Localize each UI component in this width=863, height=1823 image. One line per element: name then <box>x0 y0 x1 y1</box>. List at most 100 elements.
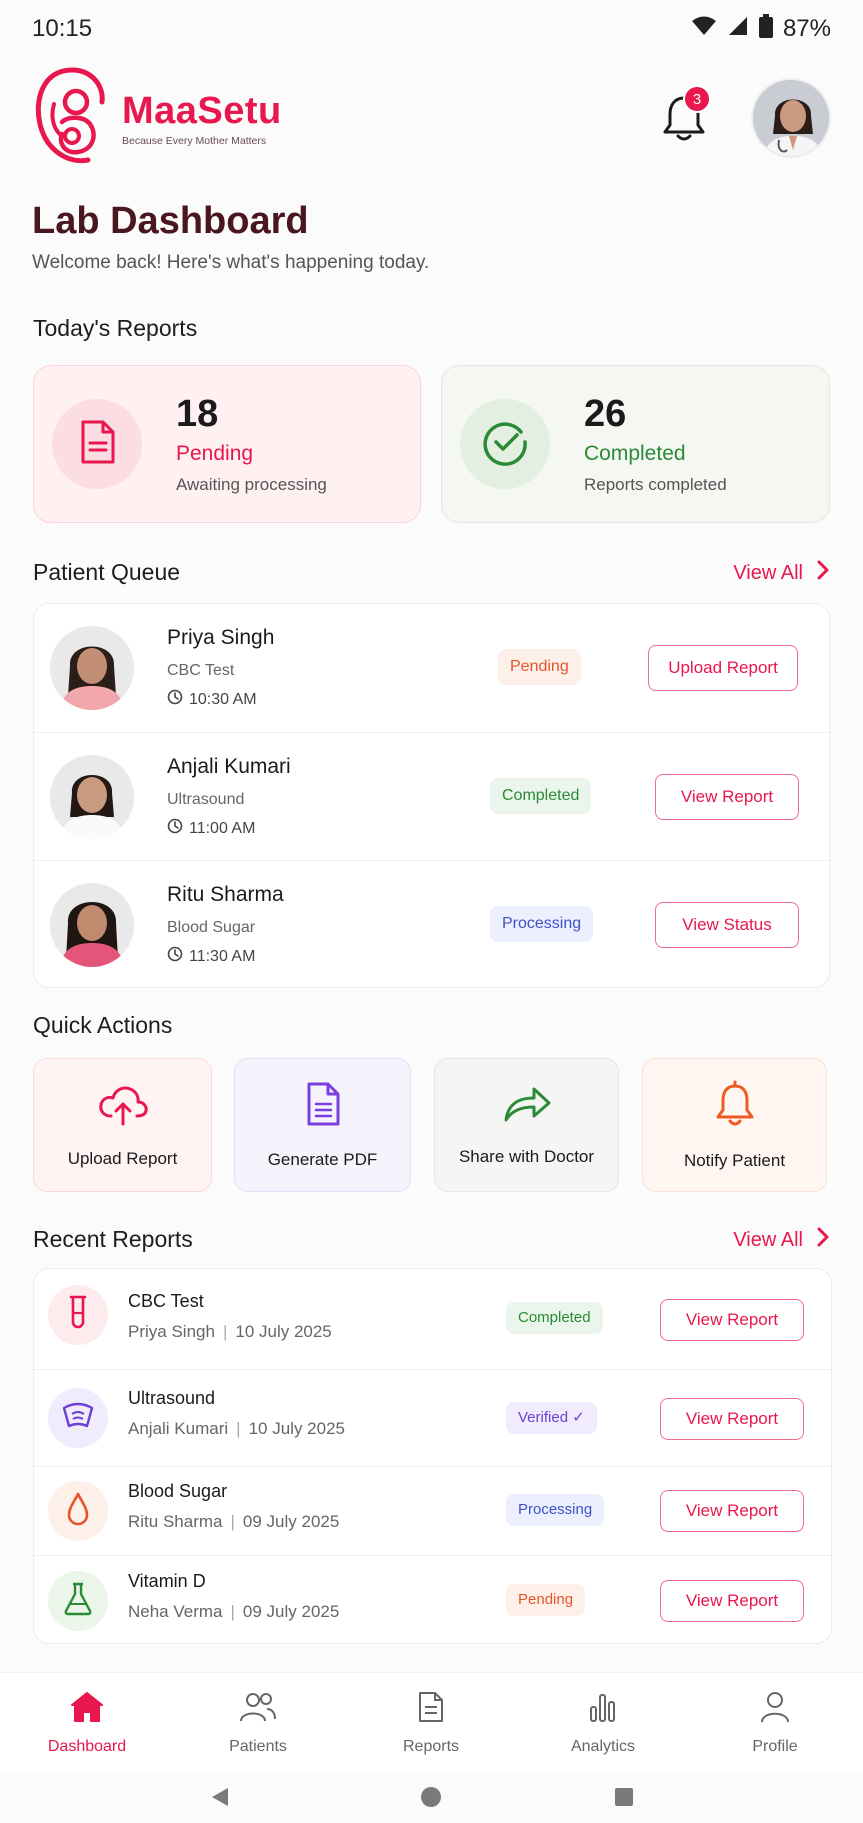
status-badge: Completed <box>490 778 592 814</box>
notifications-button[interactable]: 3 <box>661 85 711 143</box>
view-report-button[interactable]: View Report <box>660 1580 804 1622</box>
clock-icon <box>167 818 183 839</box>
patient-name: Priya Singh <box>167 626 275 649</box>
report-icon <box>417 1691 445 1728</box>
flask-icon-circle <box>48 1571 108 1631</box>
view-all-label: View All <box>733 561 803 584</box>
signal-icon <box>727 15 749 44</box>
upload-report-button[interactable]: Upload Report <box>648 645 798 691</box>
report-test-name: CBC Test <box>128 1291 204 1311</box>
pending-report-icon-circle <box>52 399 142 489</box>
patient-name: Anjali Kumari <box>167 755 291 778</box>
clock-icon <box>167 689 183 710</box>
report-test-name: Vitamin D <box>128 1571 206 1591</box>
test-name: Ultrasound <box>167 791 245 808</box>
test-tube-icon <box>65 1295 91 1336</box>
completed-count: 26 <box>584 393 627 435</box>
queue-row[interactable]: Anjali Kumari Ultrasound 11:00 AM Comple… <box>34 732 831 860</box>
test-name: CBC Test <box>167 662 235 679</box>
drop-icon <box>66 1492 90 1531</box>
report-row[interactable]: Vitamin D Neha Verma | 09 July 2025 Pendin… <box>34 1555 831 1644</box>
clock-icon <box>167 946 183 967</box>
report-patient: Neha Verma <box>128 1602 223 1621</box>
nav-label: Analytics <box>570 1738 636 1755</box>
pending-desc: Awaiting processing <box>176 475 327 494</box>
completed-summary-card[interactable]: 26 Completed Reports completed <box>441 365 830 523</box>
report-row[interactable]: Blood Sugar Ritu Sharma | 09 July 2025 Pro… <box>34 1466 831 1555</box>
patient-avatar <box>50 626 134 710</box>
completed-report-icon-circle <box>460 399 550 489</box>
users-icon <box>239 1691 277 1728</box>
view-status-button[interactable]: View Status <box>655 902 799 948</box>
nav-item-patients[interactable]: Patients <box>198 1691 318 1756</box>
view-report-button[interactable]: View Report <box>660 1299 804 1341</box>
bar-chart-icon <box>589 1691 617 1728</box>
chevron-right-icon <box>817 560 829 586</box>
ultrasound-icon-circle <box>48 1388 108 1448</box>
view-report-button[interactable]: View Report <box>660 1398 804 1440</box>
report-row[interactable]: CBC Test Priya Singh | 10 July 2025 Comple… <box>34 1269 831 1369</box>
recent-view-all-link[interactable]: View All <box>733 1227 829 1253</box>
nav-item-profile[interactable]: Profile <box>715 1691 835 1756</box>
wifi-icon <box>691 15 717 44</box>
ultrasound-icon <box>61 1402 95 1435</box>
report-test-name: Blood Sugar <box>128 1481 228 1501</box>
nav-item-dashboard[interactable]: Dashboard <box>27 1691 147 1756</box>
view-all-label: View All <box>733 1228 803 1251</box>
cloud-upload-icon <box>97 1082 149 1131</box>
nav-label: Profile <box>752 1738 798 1755</box>
status-badge: Verified ✓ <box>506 1402 597 1434</box>
pending-summary-card[interactable]: 18 Pending Awaiting processing <box>33 365 421 523</box>
patient-avatar <box>50 883 134 967</box>
quick-action-notify-patient[interactable]: Notify Patient <box>642 1058 827 1192</box>
system-nav-bar <box>0 1772 863 1823</box>
quick-action-upload-report[interactable]: Upload Report <box>33 1058 212 1192</box>
report-date: 09 July 2025 <box>242 1512 340 1531</box>
report-patient: Priya Singh <box>128 1322 215 1341</box>
document-icon <box>77 419 117 470</box>
status-badge: Pending <box>506 1584 586 1616</box>
meta-separator: | <box>230 1602 235 1621</box>
mother-baby-logo-icon <box>32 64 112 173</box>
status-badge: Processing <box>490 906 594 942</box>
queue-row[interactable]: Ritu Sharma Blood Sugar 11:30 AM Process… <box>34 860 831 988</box>
home-circle-icon[interactable] <box>420 1786 442 1813</box>
share-arrow-icon <box>502 1084 552 1129</box>
view-report-button[interactable]: View Report <box>655 774 799 820</box>
completed-label: Completed <box>584 442 686 465</box>
recents-square-icon[interactable] <box>614 1787 634 1812</box>
quick-action-label: Generate PDF <box>267 1149 378 1169</box>
battery-icon <box>758 13 773 45</box>
check-circle-icon <box>481 418 529 471</box>
quick-action-generate-pdf[interactable]: Generate PDF <box>234 1058 411 1192</box>
nav-item-reports[interactable]: Reports <box>371 1691 491 1756</box>
queue-row[interactable]: Priya Singh CBC Test 10:30 AM Pending Up… <box>34 604 831 732</box>
brand[interactable]: MaaSetu Because Every Mother Matters <box>32 64 282 173</box>
nav-label: Patients <box>229 1738 287 1755</box>
quick-action-label: Upload Report <box>67 1148 178 1168</box>
report-patient: Ritu Sharma <box>128 1512 223 1531</box>
report-row[interactable]: Ultrasound Anjali Kumari | 10 July 2025 Ve… <box>34 1369 831 1466</box>
appointment-time: 11:30 AM <box>189 947 256 965</box>
pending-count: 18 <box>176 393 219 435</box>
meta-separator: | <box>230 1512 235 1531</box>
home-icon <box>70 1691 104 1728</box>
nav-item-analytics[interactable]: Analytics <box>543 1691 663 1756</box>
view-report-button[interactable]: View Report <box>660 1490 804 1532</box>
patient-queue-list: Priya Singh CBC Test 10:30 AM Pending Up… <box>33 603 831 988</box>
document-icon <box>304 1081 342 1132</box>
status-icons: 87% <box>691 13 831 45</box>
status-badge: Pending <box>498 649 581 685</box>
meta-separator: | <box>222 1322 228 1341</box>
notification-count-badge: 3 <box>683 85 711 113</box>
quick-action-share-with-doctor[interactable]: Share with Doctor <box>434 1058 619 1192</box>
patient-avatar <box>50 755 134 839</box>
back-triangle-icon[interactable] <box>210 1786 230 1813</box>
recent-reports-title: Recent Reports <box>33 1226 193 1252</box>
user-avatar[interactable] <box>751 78 831 158</box>
patient-queue-title: Patient Queue <box>33 559 181 585</box>
queue-view-all-link[interactable]: View All <box>733 560 829 586</box>
report-test-name: Ultrasound <box>128 1388 216 1408</box>
bell-icon <box>715 1080 755 1133</box>
report-patient: Anjali Kumari <box>128 1419 229 1438</box>
